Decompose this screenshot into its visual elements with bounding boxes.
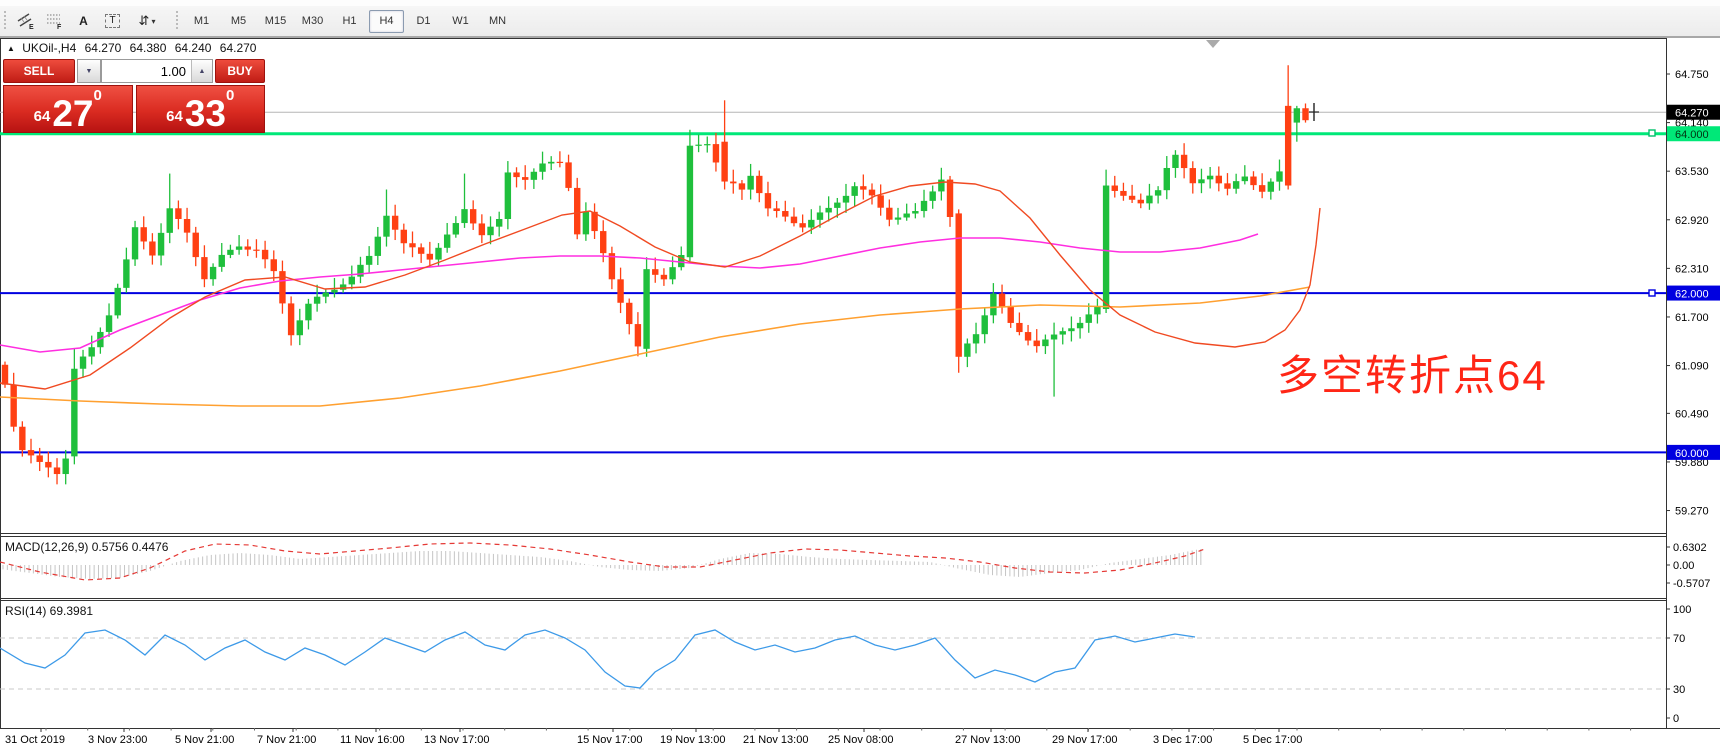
time-tick-label: 3 Dec 17:00 xyxy=(1153,734,1212,746)
sell-price-pips: 27 xyxy=(52,98,93,129)
indicator-scale-label: 0 xyxy=(1673,713,1679,725)
price-badge-label: 62.000 xyxy=(1675,289,1709,301)
price-badge-label: 64.000 xyxy=(1675,129,1709,141)
macd-label: MACD(12,26,9) 0.5756 0.4476 xyxy=(5,540,168,554)
time-tick-label: 31 Oct 2019 xyxy=(5,734,65,746)
indicator-scale-label: 0.6302 xyxy=(1673,542,1707,554)
time-tick-label: 19 Nov 13:00 xyxy=(660,734,725,746)
time-tick-label: 15 Nov 17:00 xyxy=(577,734,642,746)
indicator-scale-label: 100 xyxy=(1673,604,1691,616)
price-tick-label: 60.490 xyxy=(1675,408,1709,420)
time-tick-label: 27 Nov 13:00 xyxy=(955,734,1020,746)
indicator-scale-label: 70 xyxy=(1673,633,1685,645)
price-tick-label: 63.530 xyxy=(1675,166,1709,178)
volume-field-wrap: ▲ xyxy=(101,59,213,83)
price-tick-label: 62.920 xyxy=(1675,215,1709,227)
time-tick-label: 7 Nov 21:00 xyxy=(257,734,316,746)
buy-price-point: 0 xyxy=(226,86,234,103)
sell-price-point: 0 xyxy=(94,86,102,103)
time-tick-label: 13 Nov 17:00 xyxy=(424,734,489,746)
volume-input[interactable] xyxy=(102,60,191,82)
time-axis[interactable]: 31 Oct 2019 3 Nov 23:00 5 Nov 21:00 7 Nov 2… xyxy=(5,728,1631,746)
buy-price-tile[interactable]: 64 33 0 xyxy=(136,85,266,133)
trading-app-window: E F A T ⇵ ▾ M1M5M15M30H1H4D1W1MN 64.7506… xyxy=(0,0,1720,753)
ohlc-low: 64.240 xyxy=(175,41,212,55)
one-click-trading-panel: SELL ▼ ▲ BUY 64 27 0 64 33 0 xyxy=(3,59,265,133)
rsi-panel xyxy=(0,630,1666,689)
symbol-period-label: UKOil-,H4 xyxy=(22,41,76,55)
time-tick-label: 5 Dec 17:00 xyxy=(1243,734,1302,746)
price-tick-label: 59.270 xyxy=(1675,506,1709,518)
rsi-label: RSI(14) 69.3981 xyxy=(5,604,93,618)
price-badge-label: 64.270 xyxy=(1675,108,1709,120)
time-tick-label: 25 Nov 08:00 xyxy=(828,734,893,746)
indicator-axes[interactable]: 0.6302 0.00 -0.5707 100 70 30 0 xyxy=(1666,542,1710,725)
sell-price-tile[interactable]: 64 27 0 xyxy=(3,85,133,133)
chart-text-annotation[interactable]: 多空转折点64 xyxy=(1277,342,1548,403)
price-tick-label: 61.700 xyxy=(1675,312,1709,324)
indicator-scale-label: 30 xyxy=(1673,684,1685,696)
time-tick-label: 29 Nov 17:00 xyxy=(1052,734,1117,746)
indicator-scale-label: -0.5707 xyxy=(1673,578,1710,590)
sell-price-integer: 64 xyxy=(34,109,51,129)
time-tick-label: 5 Nov 21:00 xyxy=(175,734,234,746)
indicator-scale-label: 0.00 xyxy=(1673,560,1694,572)
ohlc-high: 64.380 xyxy=(130,41,167,55)
chart-markers xyxy=(1206,40,1655,296)
price-tick-label: 64.750 xyxy=(1675,69,1709,81)
buy-price-pips: 33 xyxy=(185,98,226,129)
volume-increase-button[interactable]: ▲ xyxy=(191,60,212,82)
price-axis[interactable]: 64.75064.14063.53062.92062.31061.70061.0… xyxy=(1666,69,1720,518)
time-tick-label: 11 Nov 16:00 xyxy=(340,734,405,746)
buy-button[interactable]: BUY xyxy=(215,59,265,83)
ohlc-close: 64.270 xyxy=(220,41,257,55)
volume-decrease-button[interactable]: ▼ xyxy=(77,59,101,83)
symbol-info-bar: ▲ UKOil-,H4 64.270 64.380 64.240 64.270 xyxy=(7,41,261,55)
ohlc-open: 64.270 xyxy=(85,41,122,55)
sell-button[interactable]: SELL xyxy=(3,59,75,83)
price-tick-label: 62.310 xyxy=(1675,263,1709,275)
price-tick-label: 61.090 xyxy=(1675,361,1709,373)
time-tick-label: 3 Nov 23:00 xyxy=(88,734,147,746)
buy-price-integer: 64 xyxy=(166,109,183,129)
price-badge-label: 60.000 xyxy=(1675,448,1709,460)
expander-triangle-icon[interactable]: ▲ xyxy=(7,44,15,53)
macd-panel xyxy=(0,543,1205,580)
time-tick-label: 21 Nov 13:00 xyxy=(743,734,808,746)
